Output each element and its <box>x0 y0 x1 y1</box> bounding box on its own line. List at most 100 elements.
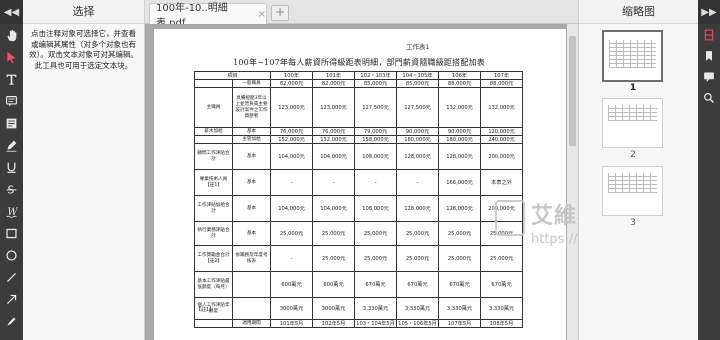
scrollbar-thumb[interactable] <box>569 36 576 146</box>
table-cell: 88,000元 <box>438 79 482 88</box>
table-cell: 104,000元 <box>270 143 314 170</box>
table-cell: 3,330萬元 <box>438 297 482 320</box>
table-cell: 3,330萬元 <box>354 297 398 320</box>
document-tab[interactable]: 100年-10..明細表.pdf × <box>149 3 267 29</box>
note-tool-icon[interactable] <box>0 90 23 112</box>
table-cell: 76,000元 <box>270 127 314 136</box>
ellipse-tool-icon[interactable] <box>0 244 23 266</box>
thumbnail-preview <box>608 105 657 121</box>
table-row: 主職員 具備經歷3年以上並曾負責主要設計案件之工作資歷者 123,000元 123,0… <box>194 87 524 128</box>
pencil-tool-icon[interactable] <box>0 134 23 156</box>
vertical-scrollbar[interactable] <box>567 24 578 340</box>
table-cell: 128,000元 <box>438 143 482 170</box>
table-cell: - <box>354 169 398 196</box>
pdf-page: 工作表1 100年~107年每人薪資所得級距表明細，部門薪資隨職級距搭配加表 項… <box>154 29 566 340</box>
table-cell: 85,000元 <box>354 79 398 88</box>
table-cell: 127,500元 <box>354 87 398 128</box>
table-cell: 128,000元 <box>396 143 440 170</box>
table-cell: 670萬元 <box>354 271 398 298</box>
table-cell: 3,330萬元 <box>480 297 524 320</box>
table-cell: 85,000元 <box>396 79 440 88</box>
table-cell: 152,000元 <box>270 135 314 144</box>
document-title: 100年~107年每人薪資所得級距表明細，部門薪資隨職級距搭配加表 <box>233 58 485 67</box>
table-row: 基本工作津貼最低額度（每月） 600萬元 600萬元 670萬元 670萬元 670萬元 6… <box>194 271 524 298</box>
table-cell: 90,000元 <box>438 127 482 136</box>
right-toolbar: ▶▶ <box>698 0 720 340</box>
table-cell: 123,000元 <box>270 87 314 128</box>
document-canvas[interactable]: 工作表1 100年~107年每人薪資所得級距表明細，部門薪資隨職級距搭配加表 項… <box>145 24 578 340</box>
table-header-cell: 107年 <box>480 71 524 80</box>
thumbnail-page-3[interactable] <box>602 166 663 216</box>
table-cell: 25,000元 <box>354 245 398 272</box>
row-label: 專業技術人員【註1】 <box>194 169 233 196</box>
table-cell: 25,000元 <box>396 245 440 272</box>
table-cell: 本表之外 <box>480 169 524 196</box>
rectangle-tool-icon[interactable] <box>0 222 23 244</box>
table-cell: 103・104年5月 <box>354 319 398 328</box>
thumbnail-page-1[interactable] <box>602 30 663 82</box>
pdf-annotator-window: ◀◀ S W <box>0 0 720 340</box>
row-sublabel: 基本 <box>231 127 272 136</box>
table-row: 工作津貼加給合計 基本 104,000元 104,000元 108,000元 128,00… <box>194 195 524 222</box>
table-row: 顧問工作津貼合計 基本 104,000元 104,000元 108,000元 128,00… <box>194 143 524 170</box>
footnote-label: 【註1】 <box>196 307 215 313</box>
row-label: 顧問工作津貼合計 <box>194 143 233 170</box>
table-cell: 166,000元 <box>438 169 482 196</box>
underline-tool-icon[interactable] <box>0 156 23 178</box>
table-row: 適用期間 101年5月 102年5月 103・104年5月 105・106年5月 107年… <box>194 319 524 328</box>
table-row: 個人工作津貼年額度 3000萬元 3000萬元 3,330萬元 3,330萬元 3,330… <box>194 297 524 320</box>
table-cell: 25,000元 <box>270 221 314 246</box>
line-tool-icon[interactable] <box>0 266 23 288</box>
table-cell: 120,000元 <box>480 127 524 136</box>
salary-table: 項目 100年 101年 102・103年 104・105年 106年 107年 一般職員 82… <box>193 71 524 328</box>
row-sublabel: 主管加給 <box>231 135 272 144</box>
table-cell: 3000萬元 <box>312 297 356 320</box>
table-cell: - <box>312 169 356 196</box>
hand-tool-icon[interactable] <box>0 24 23 46</box>
table-cell: - <box>396 169 440 196</box>
table-cell: 158,000元 <box>354 135 398 144</box>
close-tab-icon[interactable]: × <box>258 9 266 20</box>
squiggly-tool-icon[interactable]: W <box>0 200 23 222</box>
tool-help-title: 选择 <box>23 0 144 24</box>
table-cell: 105・106年5月 <box>396 319 440 328</box>
table-cell: 180,000元 <box>438 135 482 144</box>
row-label: 工作津貼加給合計 <box>194 195 233 222</box>
collapse-right-panel-button[interactable]: ▶▶ <box>698 0 720 24</box>
table-cell: 104,000元 <box>312 195 356 222</box>
table-cell: 90,000元 <box>396 127 440 136</box>
add-tab-button[interactable]: + <box>271 5 289 21</box>
thumbnails-icon[interactable] <box>698 24 720 45</box>
table-cell: 108,000元 <box>354 195 398 222</box>
table-header-cell: 106年 <box>438 71 482 80</box>
table-cell: 670萬元 <box>396 271 440 298</box>
row-label <box>194 135 233 144</box>
table-cell: 25,000元 <box>312 221 356 246</box>
table-cell: 600萬元 <box>270 271 314 298</box>
table-row: 主管加給 152,000元 152,000元 158,000元 180,000元 180,… <box>194 135 524 144</box>
textbox-tool-icon[interactable] <box>0 112 23 134</box>
table-cell: 123,000元 <box>312 87 356 128</box>
table-header-cell: 104・105年 <box>396 71 440 80</box>
text-tool-icon[interactable] <box>0 68 23 90</box>
table-cell: - <box>270 245 314 272</box>
table-cell: 25,000元 <box>312 245 356 272</box>
select-arrow-icon[interactable] <box>0 46 23 68</box>
thumbnail-page-number: 3 <box>630 218 636 228</box>
table-cell: 108年5月 <box>480 319 524 328</box>
arrow-tool-icon[interactable] <box>0 288 23 310</box>
thumbnail-page-2[interactable] <box>602 98 663 148</box>
document-tab-bar: 100年-10..明細表.pdf × + <box>145 0 578 29</box>
row-sublabel: 一般職員 <box>231 79 272 88</box>
strikeout-tool-icon[interactable]: S <box>0 178 23 200</box>
table-cell: 101年5月 <box>270 319 314 328</box>
brush-tool-icon[interactable] <box>0 310 23 332</box>
table-header-cell: 100年 <box>270 71 314 80</box>
table-cell: 180,000元 <box>396 135 440 144</box>
bookmark-icon[interactable] <box>698 45 720 66</box>
collapse-left-panel-button[interactable]: ◀◀ <box>0 0 23 24</box>
search-icon[interactable] <box>698 87 720 108</box>
table-cell: 107年5月 <box>438 319 482 328</box>
table-cell: 200,000元 <box>480 143 524 170</box>
comments-icon[interactable] <box>698 66 720 87</box>
